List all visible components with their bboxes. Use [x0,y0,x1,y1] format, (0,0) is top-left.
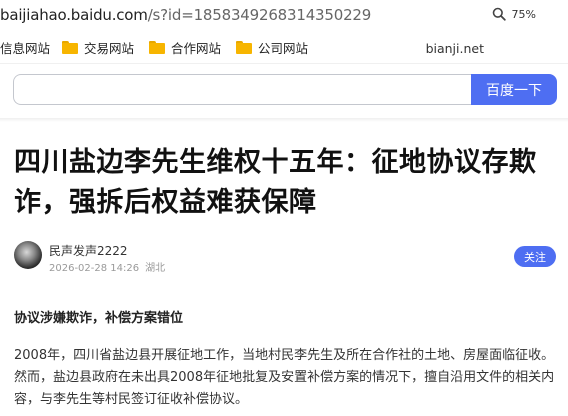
bookmark-info-sites[interactable]: 信息网站 [0,38,50,57]
zoom-indicator[interactable]: 75% [492,7,536,21]
zoom-icon [492,7,506,21]
bookmark-partner-sites[interactable]: 合作网站 [149,38,221,57]
publish-location: 湖北 [145,263,166,274]
avatar[interactable] [14,241,42,269]
url-text[interactable]: baijiahao.baidu.com/s?id=185834926831435… [0,6,371,24]
search-input[interactable] [13,74,473,105]
author-info: 民声发声2222 2026-02-28 14:26 湖北 关注 [14,240,558,274]
folder-icon [236,41,252,54]
bookmark-label: 信息网站 [0,41,51,56]
author-name[interactable]: 民声发声2222 [49,242,128,259]
url-domain: baijiahao.baidu.com [0,6,148,24]
bookmark-label: 公司网站 [258,41,309,56]
zoom-level: 75% [511,7,536,21]
bookmark-label: 合作网站 [171,41,222,56]
section-heading: 协议涉嫌欺诈，补偿方案错位 [14,311,184,326]
bookmark-label: 交易网站 [84,41,135,56]
url-path: /s?id=1858349268314350229 [147,6,372,24]
bianji-watermark: bianji.net [425,41,484,56]
search-button[interactable]: 百度一下 [471,74,557,105]
header-shadow [0,118,568,122]
article-paragraph: 2008年，四川省盐边县开展征地工作，当地村民李先生及所在合作社的土地、房屋面临… [14,348,555,407]
folder-icon [149,41,165,54]
publish-datetime: 2026-02-28 14:26 [49,263,140,274]
bookmark-trade-sites[interactable]: 交易网站 [62,38,134,57]
search-bar: 百度一下 [13,74,557,105]
article-title: 四川盐边李先生维权十五年：征地协议存欺诈，强拆后权益难获保障 [14,147,537,218]
address-bar[interactable]: baijiahao.baidu.com/s?id=185834926831435… [0,0,568,32]
follow-button[interactable]: 关注 [514,246,556,267]
divider [0,63,568,64]
folder-icon [62,41,78,54]
publish-meta: 2026-02-28 14:26 湖北 [49,259,165,274]
bookmark-company-sites[interactable]: 公司网站 [236,38,308,57]
